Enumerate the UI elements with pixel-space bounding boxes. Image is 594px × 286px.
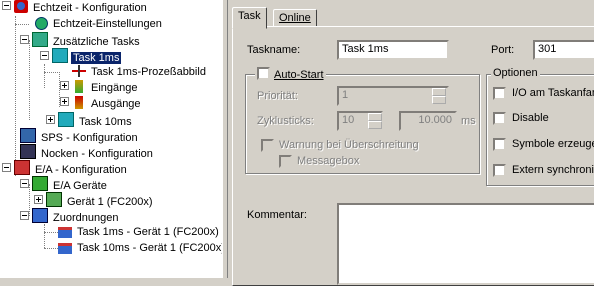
plc-config-icon xyxy=(20,128,36,143)
expand-icon[interactable] xyxy=(34,195,43,204)
spin-up-icon[interactable] xyxy=(432,88,446,96)
priority-label: Priorität: xyxy=(257,90,298,102)
io-config-icon xyxy=(14,160,30,175)
spin-down-icon[interactable] xyxy=(432,96,446,104)
tree-item-realtime-config[interactable]: Echtzeit - Konfiguration xyxy=(2,0,149,16)
tree-item-task-10ms[interactable]: Task 10ms xyxy=(46,112,134,128)
expand-icon[interactable] xyxy=(46,115,55,124)
mapping-icon xyxy=(58,240,72,254)
device-icon xyxy=(46,192,62,207)
cycle-unit: ms xyxy=(461,115,476,127)
mapping-icon xyxy=(58,224,72,238)
taskname-label: Taskname: xyxy=(247,44,301,56)
mappings-icon xyxy=(32,208,48,223)
taskname-input[interactable]: Task 1ms xyxy=(337,40,449,60)
warning-checkbox[interactable] xyxy=(261,139,274,152)
tree-item-inputs[interactable]: Eingänge xyxy=(60,80,140,96)
io-devices-icon xyxy=(32,176,48,191)
comment-textarea[interactable] xyxy=(337,203,594,285)
io-checkbox[interactable] xyxy=(493,87,506,100)
expand-icon[interactable] xyxy=(60,97,69,106)
collapse-icon[interactable] xyxy=(2,163,11,172)
port-input[interactable]: 301 xyxy=(533,40,594,60)
task-panel: Taskname: Task 1ms Port: 301 Auto-Start … xyxy=(232,26,594,286)
messagebox-label: Messagebox xyxy=(297,155,360,167)
autostart-checkbox[interactable] xyxy=(257,67,270,80)
messagebox-checkbox[interactable] xyxy=(279,155,292,168)
tree-item-mapping-10ms[interactable]: Task 10ms - Gerät 1 (FC200x) xyxy=(58,240,222,256)
priority-spinner[interactable] xyxy=(431,88,446,104)
outputs-icon xyxy=(72,96,86,109)
expand-icon[interactable] xyxy=(60,81,69,90)
symbols-label: Symbole erzeugen xyxy=(512,138,594,150)
cycle-label: Zyklusticks: xyxy=(257,115,314,127)
disable-label: Disable xyxy=(512,112,549,124)
tab-task[interactable]: Task xyxy=(232,7,267,29)
autostart-title: Auto-Start xyxy=(255,67,326,81)
tree-item-cam-config[interactable]: Nocken - Konfiguration xyxy=(20,144,155,160)
tree-item-mapping-1ms[interactable]: Task 1ms - Gerät 1 (FC200x) xyxy=(58,224,221,240)
collapse-icon[interactable] xyxy=(20,211,29,220)
tree-item-outputs[interactable]: Ausgänge xyxy=(60,96,143,112)
tree-item-mappings[interactable]: Zuordnungen xyxy=(20,208,120,224)
task-properties-pane: Task Online Taskname: Task 1ms Port: 301… xyxy=(228,0,594,286)
extern-sync-checkbox[interactable] xyxy=(493,164,506,177)
extern-sync-label: Extern synchronisiert xyxy=(512,164,594,176)
cycle-spinner[interactable] xyxy=(367,113,382,129)
tree-item-additional-tasks[interactable]: Zusätzliche Tasks xyxy=(20,32,142,48)
tree-item-realtime-settings[interactable]: Echtzeit-Einstellungen xyxy=(34,16,164,32)
io-label: I/O am Taskanfang xyxy=(512,87,594,99)
collapse-icon[interactable] xyxy=(20,179,29,188)
port-label: Port: xyxy=(491,44,515,56)
cycle-time-field: 10.000 xyxy=(399,111,457,131)
collapse-icon[interactable] xyxy=(2,1,11,10)
collapse-icon[interactable] xyxy=(20,35,29,44)
tree-item-plc-config[interactable]: SPS - Konfiguration xyxy=(20,128,140,144)
tab-online[interactable]: Online xyxy=(273,9,317,27)
warning-label: Warnung bei Überschreitung xyxy=(279,139,419,151)
task-icon xyxy=(58,112,74,127)
tree-item-task-1ms[interactable]: Task 1ms xyxy=(40,48,122,64)
tree-item-io-config[interactable]: E/A - Konfiguration xyxy=(2,160,129,176)
tree-item-process-image[interactable]: Task 1ms-Prozeßabbild xyxy=(72,64,208,80)
additional-tasks-icon xyxy=(32,32,48,47)
spin-down-icon[interactable] xyxy=(368,121,382,129)
comment-label: Kommentar: xyxy=(247,209,307,221)
tree-item-io-devices[interactable]: E/A Geräte xyxy=(20,176,109,192)
disable-checkbox[interactable] xyxy=(493,112,506,125)
options-title: Optionen xyxy=(491,67,540,79)
inputs-icon xyxy=(72,80,86,93)
realtime-config-icon xyxy=(14,0,28,13)
symbols-checkbox[interactable] xyxy=(493,138,506,151)
realtime-settings-icon xyxy=(34,16,48,30)
process-image-icon xyxy=(72,64,86,77)
cam-config-icon xyxy=(20,144,36,159)
collapse-icon[interactable] xyxy=(40,51,49,60)
config-tree[interactable]: Echtzeit - Konfiguration Echtzeit-Einste… xyxy=(0,0,222,278)
tree-item-device-1[interactable]: Gerät 1 (FC200x) xyxy=(34,192,155,208)
task-icon xyxy=(52,48,68,63)
spin-up-icon[interactable] xyxy=(368,113,382,121)
